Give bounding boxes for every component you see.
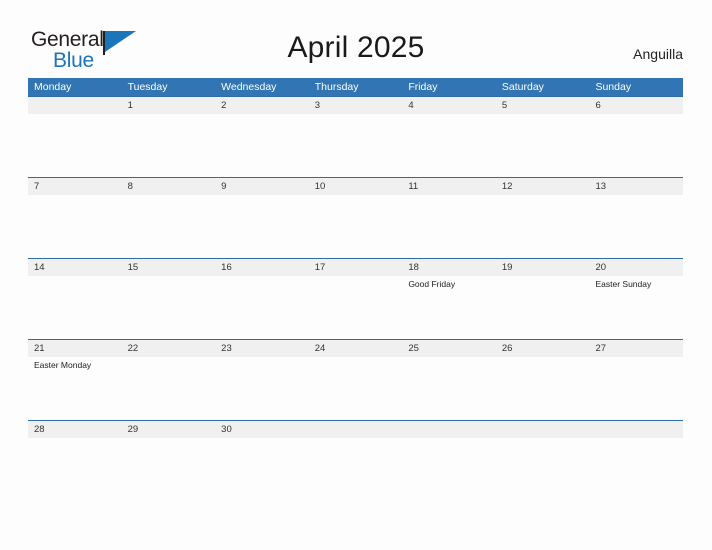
day-number: 5 — [501, 100, 508, 111]
day-cell[interactable]: 18 Good Friday — [402, 259, 496, 339]
calendar-grid: Monday Tuesday Wednesday Thursday Friday… — [28, 78, 683, 501]
day-cell[interactable]: 3 — [309, 97, 403, 177]
day-cell[interactable]: 14 — [28, 259, 122, 339]
region-label: Anguilla — [633, 46, 683, 62]
day-cell[interactable]: 12 — [496, 178, 590, 258]
day-number: 6 — [595, 100, 601, 111]
day-cell[interactable]: 24 — [309, 340, 403, 420]
calendar-week-row: 28 29 30 — [28, 420, 683, 501]
day-number: 28 — [34, 424, 45, 435]
day-number: 2 — [221, 100, 227, 111]
day-number: 24 — [314, 343, 326, 354]
day-number: 10 — [314, 181, 326, 192]
day-cell[interactable]: 7 — [28, 178, 122, 258]
day-cell[interactable]: 9 — [215, 178, 309, 258]
day-number: 21 — [34, 343, 45, 354]
day-cell[interactable]: 16 — [215, 259, 309, 339]
weekday-header-row: Monday Tuesday Wednesday Thursday Friday… — [28, 78, 683, 96]
day-event: Good Friday — [408, 279, 456, 289]
day-cell[interactable]: 8 — [122, 178, 216, 258]
day-cell[interactable]: 23 — [215, 340, 309, 420]
weekday-header-thursday: Thursday — [314, 81, 359, 93]
day-cell[interactable]: 21 Easter Monday — [28, 340, 122, 420]
weekday-header-friday: Friday — [408, 81, 438, 93]
day-number: 12 — [501, 181, 513, 192]
day-number: 26 — [501, 343, 513, 354]
day-cell[interactable]: 22 — [122, 340, 216, 420]
day-number: 4 — [408, 100, 414, 111]
day-cell[interactable]: 13 — [589, 178, 683, 258]
day-cell[interactable]: 28 — [28, 421, 122, 501]
day-cell[interactable]: 15 — [122, 259, 216, 339]
day-number: 29 — [127, 424, 139, 435]
day-number: 25 — [408, 343, 419, 354]
day-number: 1 — [127, 100, 133, 111]
day-number: 19 — [501, 262, 513, 273]
day-event: Easter Monday — [34, 360, 92, 370]
day-number: 3 — [314, 100, 321, 111]
page-header: General Blue April 2025 Anguilla — [0, 0, 712, 78]
day-cell[interactable]: 26 — [496, 340, 590, 420]
weekday-header-saturday: Saturday — [501, 81, 544, 93]
weekday-header-monday: Monday — [34, 81, 72, 93]
calendar-week-row: 1 2 3 4 5 6 — [28, 96, 683, 177]
day-cell[interactable] — [309, 421, 403, 501]
day-number: 30 — [221, 424, 232, 435]
day-cell[interactable]: 25 — [402, 340, 496, 420]
day-cell[interactable] — [496, 421, 590, 501]
calendar-week-row: 14 15 16 17 18 Good Friday 19 20 Easter … — [28, 258, 683, 339]
day-number: 18 — [408, 262, 419, 273]
day-cell[interactable]: 2 — [215, 97, 309, 177]
day-cell[interactable]: 27 — [589, 340, 683, 420]
day-cell[interactable]: 10 — [309, 178, 403, 258]
weekday-header-wednesday: Wednesday — [221, 81, 277, 93]
day-cell[interactable]: 19 — [496, 259, 590, 339]
day-cell[interactable]: 1 — [122, 97, 216, 177]
day-number: 20 — [595, 262, 607, 273]
day-number: 27 — [595, 343, 607, 354]
day-number: 8 — [127, 181, 133, 192]
day-number: 17 — [314, 262, 326, 273]
weekday-header-tuesday: Tuesday — [127, 81, 168, 93]
day-number: 13 — [595, 181, 607, 192]
day-cell[interactable]: 4 — [402, 97, 496, 177]
day-number: 23 — [221, 343, 232, 354]
page-title: April 2025 — [287, 31, 425, 64]
day-cell[interactable] — [589, 421, 683, 501]
day-cell[interactable]: 11 — [402, 178, 496, 258]
day-number: 15 — [127, 262, 139, 273]
day-event: Easter Sunday — [595, 279, 652, 289]
day-cell[interactable]: 5 — [496, 97, 590, 177]
day-cell[interactable]: 29 — [122, 421, 216, 501]
calendar-week-row: 21 Easter Monday 22 23 24 25 26 27 — [28, 339, 683, 420]
day-cell[interactable]: 30 — [215, 421, 309, 501]
day-number: 11 — [408, 181, 419, 192]
day-cell[interactable]: 20 Easter Sunday — [589, 259, 683, 339]
day-cell[interactable]: 6 — [589, 97, 683, 177]
day-cell[interactable] — [402, 421, 496, 501]
calendar-page: General Blue April 2025 Anguilla Monday … — [0, 0, 712, 550]
day-cell[interactable]: 17 — [309, 259, 403, 339]
day-number: 22 — [127, 343, 139, 354]
calendar-week-row: 7 8 9 10 11 12 13 — [28, 177, 683, 258]
day-number: 16 — [221, 262, 232, 273]
weekday-header-sunday: Sunday — [595, 81, 632, 93]
day-number: 14 — [34, 262, 45, 273]
day-cell[interactable] — [28, 97, 122, 177]
day-number: 9 — [221, 181, 227, 192]
day-number: 7 — [34, 181, 40, 192]
